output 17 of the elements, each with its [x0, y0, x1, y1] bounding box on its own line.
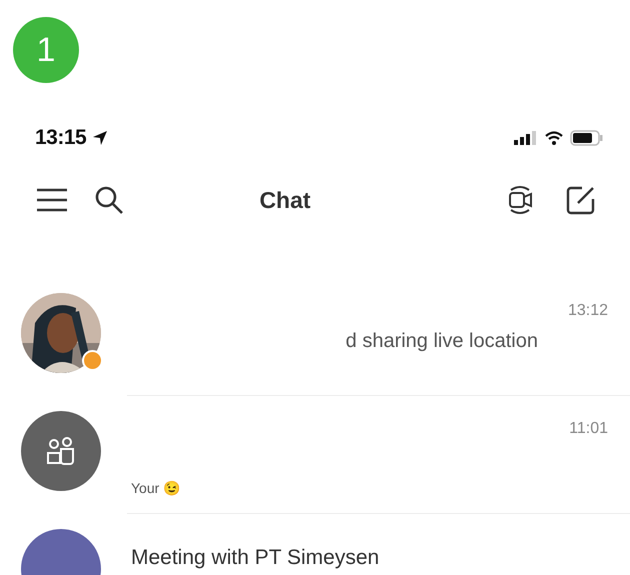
- battery-icon: [570, 130, 604, 146]
- video-camera-icon: [506, 184, 534, 216]
- search-icon: [94, 185, 124, 215]
- compose-icon: [566, 185, 596, 215]
- group-icon: [45, 435, 77, 467]
- menu-icon: [36, 187, 68, 213]
- chat-title: Meeting with PT Simeysen: [131, 546, 380, 570]
- message-preview: d sharing live location: [346, 330, 538, 353]
- signal-icon: [514, 131, 538, 145]
- wifi-icon: [544, 131, 564, 145]
- status-time: 13:15: [35, 126, 86, 150]
- chat-time: 11:01: [569, 420, 608, 438]
- screen-title: Chat: [259, 186, 311, 214]
- chat-time: 13:12: [568, 302, 608, 320]
- message-preview: Your 😉: [131, 480, 180, 496]
- step-badge: 1: [13, 17, 79, 83]
- location-arrow-icon: [92, 130, 108, 146]
